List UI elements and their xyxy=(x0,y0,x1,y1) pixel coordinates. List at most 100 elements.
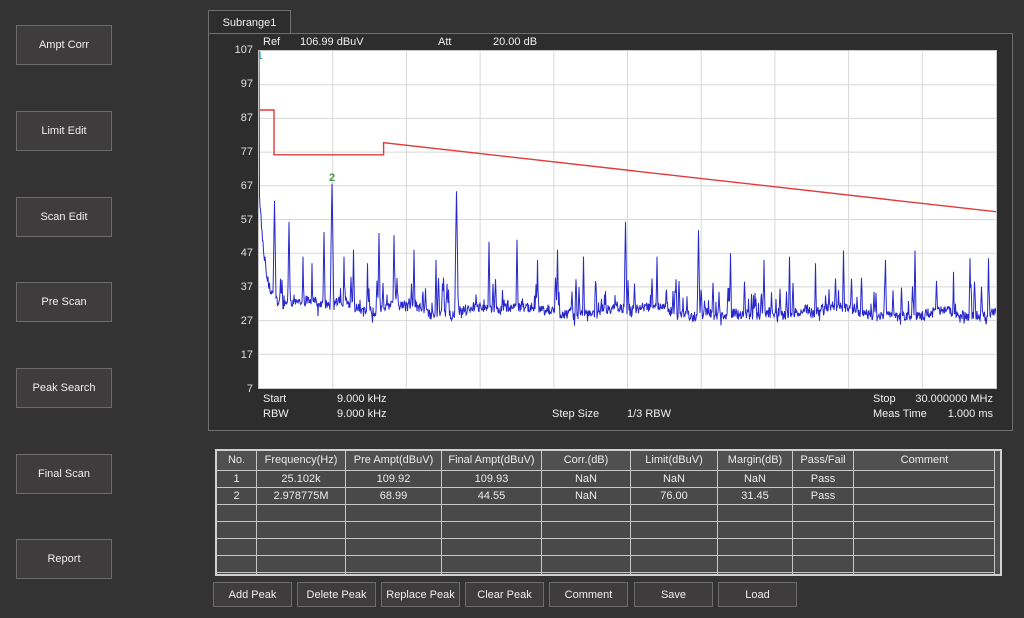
table-cell xyxy=(854,556,995,572)
table-cell: Pass xyxy=(793,488,853,504)
peak-search-button[interactable]: Peak Search xyxy=(16,368,112,408)
table-cell xyxy=(718,539,792,555)
table-row[interactable] xyxy=(217,556,1000,572)
table-cell xyxy=(854,573,995,574)
rbw-label: RBW xyxy=(263,408,289,420)
table-cell xyxy=(854,539,995,555)
y-tick-label: 37 xyxy=(240,281,253,294)
spectrum-plot: 12 xyxy=(258,50,997,389)
clear-peak-button[interactable]: Clear Peak xyxy=(465,582,544,607)
table-cell xyxy=(257,556,345,572)
table-cell xyxy=(631,522,717,538)
y-tick-label: 107 xyxy=(234,44,253,56)
table-cell xyxy=(346,573,441,574)
table-cell xyxy=(793,522,853,538)
table-cell xyxy=(217,573,256,574)
ref-label: Ref xyxy=(263,36,281,48)
table-cell xyxy=(346,522,441,538)
final-scan-button[interactable]: Final Scan xyxy=(16,454,112,494)
peak-table-body: 1 25.102k 109.92 109.93 NaN NaN NaN Pass 2 2.9787… xyxy=(217,471,1000,574)
table-row[interactable] xyxy=(217,505,1000,521)
y-tick-label: 57 xyxy=(240,213,253,226)
table-cell xyxy=(542,573,630,574)
table-cell: Pass xyxy=(793,471,853,487)
table-cell xyxy=(854,522,995,538)
table-row[interactable]: 2 2.978775M 68.99 44.55 NaN 76.00 31.45 Pass xyxy=(217,488,1000,504)
table-cell xyxy=(346,539,441,555)
table-cell: 76.00 xyxy=(631,488,717,504)
y-tick-label: 7 xyxy=(246,383,253,395)
load-button[interactable]: Load xyxy=(718,582,797,607)
table-row[interactable] xyxy=(217,573,1000,574)
y-tick-label: 67 xyxy=(240,179,253,192)
table-cell xyxy=(793,573,853,574)
table-cell xyxy=(718,505,792,521)
y-tick-label: 97 xyxy=(240,77,253,90)
table-cell: 109.93 xyxy=(442,471,541,487)
table-header-cell: Corr.(dB) xyxy=(542,451,630,470)
table-cell xyxy=(793,505,853,521)
table-header-cell: Comment xyxy=(854,451,995,470)
meas-time-value: 1.000 ms xyxy=(947,408,993,420)
table-cell xyxy=(442,573,541,574)
table-cell xyxy=(631,556,717,572)
table-cell xyxy=(257,539,345,555)
save-button[interactable]: Save xyxy=(634,582,713,607)
table-cell: 109.92 xyxy=(346,471,441,487)
table-row[interactable] xyxy=(217,522,1000,538)
table-cell xyxy=(257,573,345,574)
table-cell xyxy=(718,556,792,572)
tab-subrange1[interactable]: Subrange1 xyxy=(208,10,291,34)
table-header-cell: No. xyxy=(217,451,256,470)
y-tick-label: 47 xyxy=(240,247,253,260)
start-value: 9.000 kHz xyxy=(337,393,387,405)
marker-2: 2 xyxy=(329,172,335,184)
comment-button[interactable]: Comment xyxy=(549,582,628,607)
table-cell: 68.99 xyxy=(346,488,441,504)
table-cell xyxy=(442,539,541,555)
table-header-cell: Margin(dB) xyxy=(718,451,792,470)
table-cell: NaN xyxy=(631,471,717,487)
table-cell: 31.45 xyxy=(718,488,792,504)
step-size-label: Step Size xyxy=(552,408,600,420)
table-cell xyxy=(442,522,541,538)
limit-edit-button[interactable]: Limit Edit xyxy=(16,111,112,151)
table-row[interactable] xyxy=(217,539,1000,555)
table-cell xyxy=(631,539,717,555)
table-cell xyxy=(718,522,792,538)
table-header-cell: Final Ampt(dBuV) xyxy=(442,451,541,470)
table-cell xyxy=(542,539,630,555)
table-header-cell: Frequency(Hz) xyxy=(257,451,345,470)
ref-value: 106.99 dBuV xyxy=(300,36,364,48)
table-cell xyxy=(346,505,441,521)
report-button[interactable]: Report xyxy=(16,539,112,579)
table-cell xyxy=(542,505,630,521)
table-cell xyxy=(217,522,256,538)
delete-peak-button[interactable]: Delete Peak xyxy=(297,582,376,607)
att-value: 20.00 dB xyxy=(493,36,538,48)
add-peak-button[interactable]: Add Peak xyxy=(213,582,292,607)
scan-edit-button[interactable]: Scan Edit xyxy=(16,197,112,237)
replace-peak-button[interactable]: Replace Peak xyxy=(381,582,460,607)
table-cell xyxy=(542,556,630,572)
table-header-cell: Pass/Fail xyxy=(793,451,853,470)
marker-1: 1 xyxy=(259,51,263,62)
y-tick-label: 77 xyxy=(240,145,253,158)
table-cell xyxy=(217,556,256,572)
table-row[interactable]: 1 25.102k 109.92 109.93 NaN NaN NaN Pass xyxy=(217,471,1000,487)
table-cell: NaN xyxy=(718,471,792,487)
stop-value: 30.000000 MHz xyxy=(915,393,993,405)
peak-table-header: No. Frequency(Hz) Pre Ampt(dBuV) Final Ampt… xyxy=(217,451,1000,470)
table-cell xyxy=(257,522,345,538)
ampt-corr-button[interactable]: Ampt Corr xyxy=(16,25,112,65)
table-cell xyxy=(442,505,541,521)
table-header-cell: Limit(dBuV) xyxy=(631,451,717,470)
table-cell: 25.102k xyxy=(257,471,345,487)
table-cell xyxy=(793,556,853,572)
peak-table: No. Frequency(Hz) Pre Ampt(dBuV) Final Ampt… xyxy=(215,449,1002,576)
pre-scan-button[interactable]: Pre Scan xyxy=(16,282,112,322)
step-size-value: 1/3 RBW xyxy=(627,408,672,420)
plot-grid xyxy=(259,51,996,388)
table-scrollbar[interactable] xyxy=(994,451,1000,574)
table-cell: 44.55 xyxy=(442,488,541,504)
